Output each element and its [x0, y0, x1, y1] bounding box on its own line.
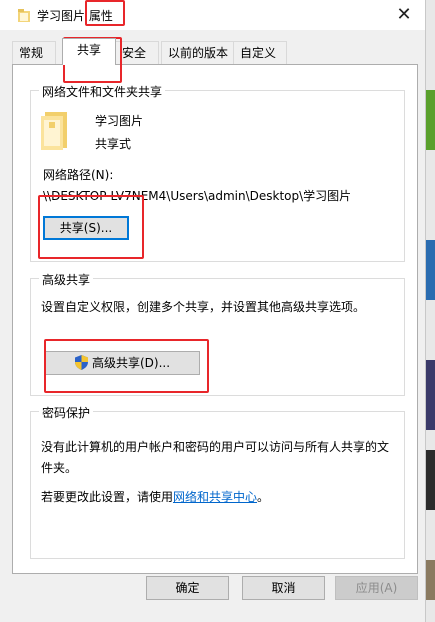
network-path-value: \\DESKTOP-LV7NEM4\Users\admin\Desktop\学习…: [43, 189, 352, 203]
network-sharing-title: 网络文件和文件夹共享: [39, 83, 166, 100]
tab-previous-versions[interactable]: 以前的版本: [161, 41, 239, 64]
background-window-strip: [425, 0, 435, 622]
cancel-button[interactable]: 取消: [242, 576, 325, 600]
tab-security[interactable]: 安全: [115, 41, 159, 64]
password-change-prefix: 若要更改此设置，请使用: [41, 490, 174, 504]
advanced-sharing-description: 设置自定义权限，创建多个共享，并设置其他高级共享选项。: [41, 300, 366, 314]
folder-large-icon: [41, 112, 67, 150]
advanced-sharing-title: 高级共享: [39, 271, 94, 288]
window-title-properties: 属性: [88, 9, 113, 23]
tab-general[interactable]: 常规: [12, 41, 56, 64]
password-change-suffix: 。: [257, 490, 270, 504]
advanced-sharing-group: 高级共享: [30, 271, 405, 396]
network-sharing-center-link[interactable]: 网络和共享中心: [173, 490, 257, 504]
apply-button[interactable]: 应用(A): [335, 576, 418, 600]
advanced-sharing-button-label: 高级共享(D)...: [91, 356, 171, 370]
title-bar: 学习图片 属性 ✕: [0, 0, 425, 30]
folder-name: 学习图片: [95, 114, 144, 128]
close-icon: ✕: [396, 4, 412, 25]
password-protection-title: 密码保护: [39, 404, 94, 421]
network-path-label: 网络路径(N):: [43, 168, 114, 182]
password-protection-description: 没有此计算机的用户帐户和密码的用户可以访问与所有人共享的文件夹。: [41, 440, 390, 475]
ok-button[interactable]: 确定: [146, 576, 229, 600]
properties-dialog: 学习图片 属性 ✕ 常规 共享 安全 以前的版本 自定义 网络文件和文件夹共享 …: [0, 0, 426, 622]
sharing-panel: 网络文件和文件夹共享 学习图片 共享式 网络路径(N): \\DESKTOP-L…: [12, 64, 418, 574]
advanced-sharing-button[interactable]: 高级共享(D)...: [45, 351, 200, 375]
share-button[interactable]: 共享(S)...: [43, 216, 129, 240]
password-protection-group: 密码保护: [30, 404, 405, 559]
password-change-text: 若要更改此设置，请使用网络和共享中心。: [41, 488, 269, 505]
window-title: 学习图片 属性: [37, 9, 113, 23]
tab-customize[interactable]: 自定义: [233, 41, 287, 64]
close-button[interactable]: ✕: [391, 3, 417, 27]
tab-sharing[interactable]: 共享: [62, 38, 116, 65]
uac-shield-icon: [74, 355, 88, 370]
folder-share-state: 共享式: [95, 137, 132, 151]
folder-icon: [18, 9, 30, 22]
